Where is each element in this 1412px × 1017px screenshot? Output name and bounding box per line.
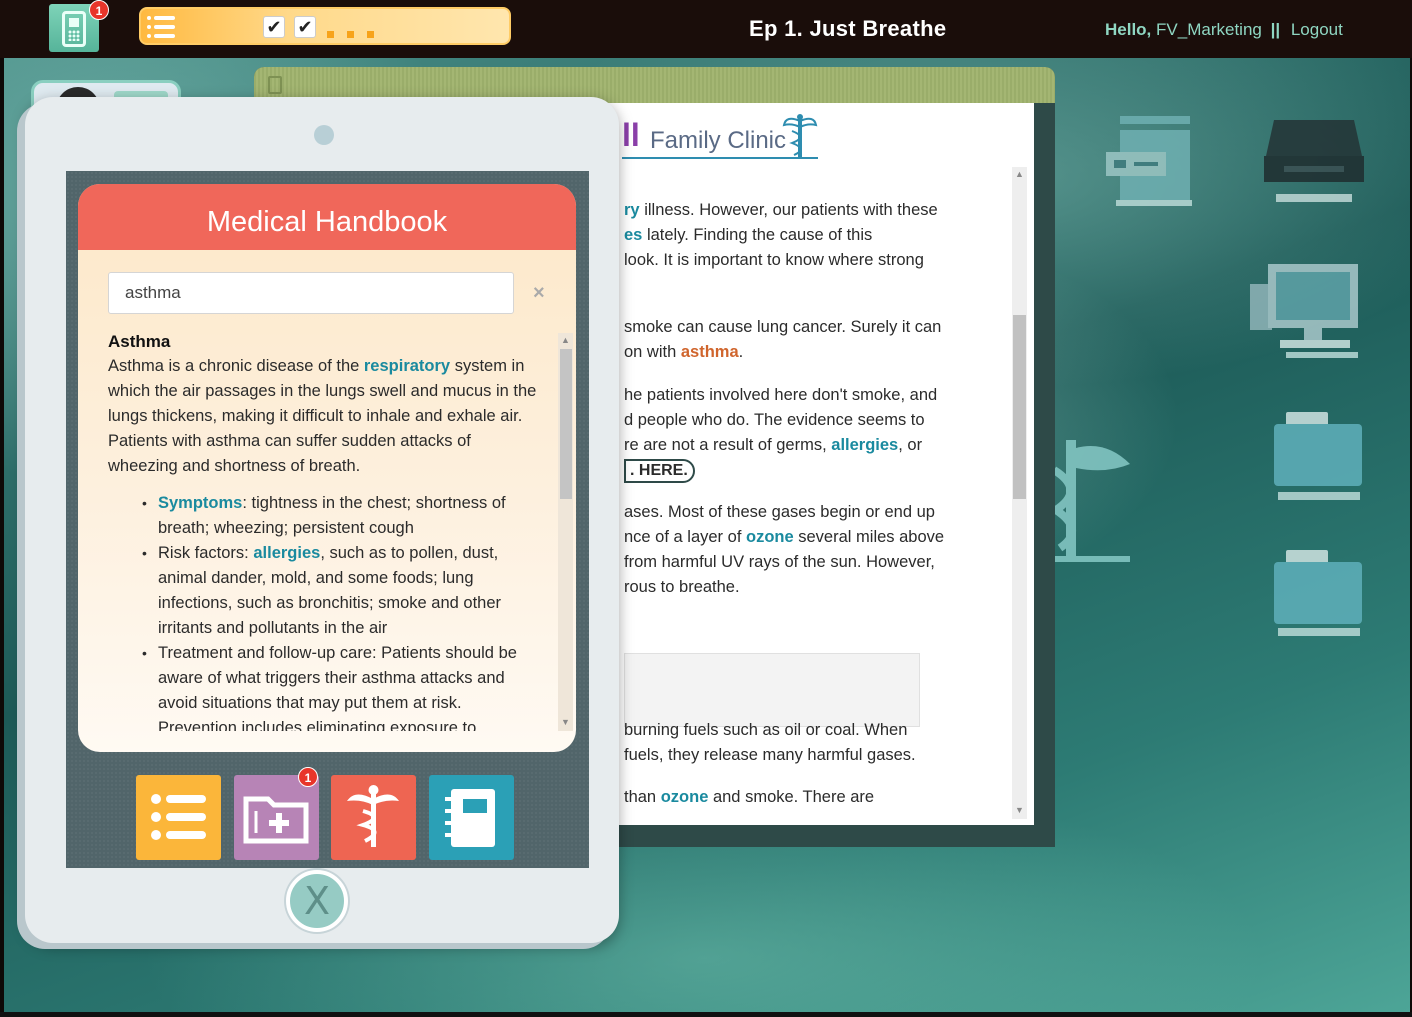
keyword-link-allergies[interactable]: allergies [831,436,898,454]
document-icon [268,76,282,94]
tablet-screen: Medical Handbook × Asthma Asthma is a ch… [66,171,589,868]
medical-folder-icon [243,796,309,844]
phone-icon [62,11,86,47]
document-line: from harmful UV rays of the sun. However… [624,553,935,571]
scroll-up-arrow-icon[interactable]: ▲ [561,335,570,345]
document-line: on with asthma. [624,343,744,361]
keyword-link-ozone[interactable]: ozone [746,528,794,546]
task-progress-bar[interactable]: ✔ ✔ [139,7,511,45]
entry-title: Asthma [108,332,171,351]
medical-handbook-app-button[interactable] [331,775,416,860]
medical-handbook-panel: Medical Handbook × Asthma Asthma is a ch… [78,184,576,752]
phone-notification-badge: 1 [89,0,109,20]
printer-icon [1264,120,1364,202]
scroll-down-arrow-icon[interactable]: ▼ [1015,805,1024,815]
notebook-icon [445,789,495,847]
document-scrollbar[interactable]: ▲ ▼ [1012,167,1027,819]
document-line: nce of a layer of ozone several miles ab… [624,528,945,546]
clinic-logo: ll Family Clinic [622,113,822,163]
handbook-entry: Asthma Asthma is a chronic disease of th… [108,329,538,731]
username: FV_Marketing [1156,20,1262,39]
user-area: Hello, FV_Marketing || Logout [1105,20,1343,40]
document-line: ases. Most of these gases begin or end u… [624,503,935,521]
keyword-link-ozone[interactable]: ozone [661,788,709,806]
document-line: d people who do. The evidence seems to [624,411,925,429]
bottom-edge [0,1012,1412,1017]
task-pending-dot [327,31,334,38]
list-icon [151,794,206,840]
records-notification-badge: 1 [298,767,318,787]
document-line: than ozone and smoke. There are [624,788,875,806]
caduceus-icon [1048,440,1130,562]
document-line: . HERE. [624,458,984,483]
clinic-logo-mark: ll [622,117,640,153]
scroll-up-arrow-icon[interactable]: ▲ [1015,169,1024,179]
episode-title: Ep 1. Just Breathe [749,16,947,41]
keyword-link-symptoms[interactable]: Symptoms [158,494,242,512]
task-pending-dot [347,31,354,38]
folder-icon [1274,550,1362,636]
document-line: smoke can cause lung cancer. Surely it c… [624,318,942,336]
document-line: rous to breathe. [624,578,740,596]
list-item: Treatment and follow-up care: Patients s… [142,641,538,731]
keyword-link-respiratory[interactable]: respiratory [364,357,450,375]
keyword-link-allergies[interactable]: allergies [253,544,320,562]
document-line: look. It is important to know where stro… [624,251,924,269]
entry-intro: Asthma is a chronic disease of the respi… [108,357,537,475]
entry-bullet-list: Symptoms: tightness in the chest; shortn… [142,491,538,731]
medical-records-app-button[interactable]: 1 [234,767,319,860]
caduceus-icon [347,785,399,847]
separator: || [1270,20,1281,39]
clinic-logo-underline [622,157,818,159]
filing-cabinet-icon [1106,116,1192,206]
document-line: es lately. Finding the cause of this [624,226,873,244]
document-scroll-thumb[interactable] [1013,315,1026,499]
handbook-scrollbar[interactable]: ▲ ▼ [558,333,573,731]
tablet-camera [314,125,334,145]
document-line: ry illness. However, our patients with t… [624,201,938,219]
task-checkbox-completed: ✔ [294,16,316,38]
clinic-logo-name: Family Clinic [650,127,787,154]
clear-search-icon[interactable]: × [533,282,545,305]
here-button[interactable]: . HERE. [624,459,695,483]
scroll-down-arrow-icon[interactable]: ▼ [561,717,570,727]
computer-monitor-icon [1250,264,1358,358]
document-line: fuels, they release many harmful gases. [624,746,916,764]
close-tablet-button[interactable]: X [286,870,348,932]
tablet-device: Medical Handbook × Asthma Asthma is a ch… [25,97,619,943]
document-line: he patients involved here don't smoke, a… [624,386,938,404]
top-bar: 1 ✔ ✔ Ep 1. Just Breathe Hello, FV_Marke… [0,0,1412,58]
list-item: Risk factors: allergies, such as to poll… [142,541,538,641]
handbook-search-input[interactable] [108,272,514,314]
caduceus-logo-icon [782,114,818,157]
document-callout-box [624,653,920,727]
document-line: re are not a result of germs, allergies,… [624,436,923,454]
keyword-link[interactable]: ry [624,201,640,219]
folder-icon [1274,412,1362,500]
notebook-app-button[interactable] [429,775,514,860]
task-pending-dot [367,31,374,38]
task-list-icon [147,14,175,40]
handbook-scroll-thumb[interactable] [560,349,572,499]
keyword-link-asthma[interactable]: asthma [681,343,739,361]
phone-button[interactable]: 1 [49,0,109,52]
task-list-app-button[interactable] [136,775,221,860]
task-checkbox-completed: ✔ [263,16,285,38]
hello-label: Hello, [1105,20,1152,39]
handbook-title: Medical Handbook [78,184,576,250]
document-line: burning fuels such as oil or coal. When [624,721,908,739]
keyword-link[interactable]: es [624,226,642,244]
list-item: Symptoms: tightness in the chest; shortn… [142,491,538,541]
logout-link[interactable]: Logout [1291,20,1343,39]
